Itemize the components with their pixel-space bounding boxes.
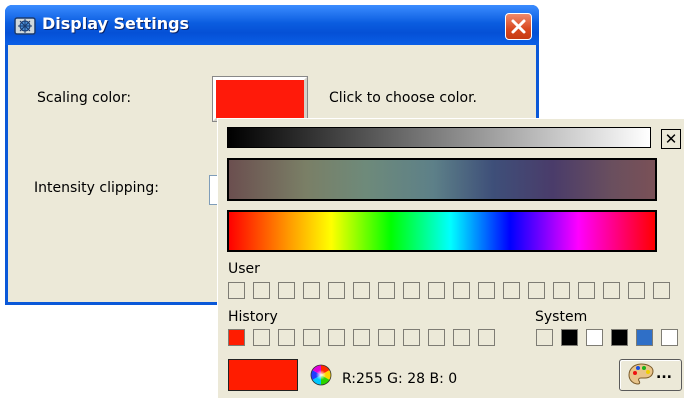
user-color-cell[interactable] [303,282,320,299]
color-wheel-icon[interactable] [310,364,332,386]
user-color-cell[interactable] [653,282,670,299]
user-color-cell[interactable] [328,282,345,299]
display-settings-app-icon [14,17,36,35]
history-color-cell[interactable] [228,329,245,346]
user-color-cell[interactable] [528,282,545,299]
history-color-cell[interactable] [303,329,320,346]
history-color-cell[interactable] [278,329,295,346]
history-colors-label: History [228,309,278,325]
user-color-cell[interactable] [353,282,370,299]
click-hint-text: Click to choose color. [329,90,478,106]
history-color-cell[interactable] [453,329,470,346]
color-picker-popup: ✕ User History System R:255 G: 28 B: 0 .… [217,118,684,398]
intensity-clipping-label: Intensity clipping: [34,180,160,196]
scaling-color-swatch[interactable] [212,76,308,122]
title-bar[interactable]: Display Settings [5,5,539,45]
system-colors-label: System [535,309,588,325]
system-color-cell[interactable] [661,329,678,346]
current-color-preview [228,359,298,391]
history-color-cell[interactable] [378,329,395,346]
history-color-cell[interactable] [478,329,495,346]
palette-more-text: ... [656,366,672,382]
history-color-cell[interactable] [403,329,420,346]
user-color-cell[interactable] [628,282,645,299]
palette-icon [628,363,654,385]
palette-button[interactable]: ... [619,359,682,391]
user-color-cell[interactable] [378,282,395,299]
user-color-cell[interactable] [403,282,420,299]
user-color-cell[interactable] [453,282,470,299]
user-color-cell[interactable] [578,282,595,299]
user-color-cell[interactable] [228,282,245,299]
grayscale-bar[interactable] [227,127,651,148]
user-color-cell[interactable] [553,282,570,299]
system-color-cell[interactable] [611,329,628,346]
picker-close-button[interactable]: ✕ [661,129,681,149]
window-title: Display Settings [42,14,190,33]
close-button[interactable] [505,13,532,40]
rgb-readout: R:255 G: 28 B: 0 [342,371,458,387]
user-color-cell[interactable] [503,282,520,299]
user-color-cell[interactable] [278,282,295,299]
history-color-cell[interactable] [428,329,445,346]
close-icon [511,19,526,34]
muted-color-bar[interactable] [227,158,657,201]
user-color-cell[interactable] [253,282,270,299]
user-color-cell[interactable] [603,282,620,299]
system-color-cell[interactable] [536,329,553,346]
user-colors-label: User [228,261,260,277]
scaling-color-label: Scaling color: [37,90,132,106]
system-color-cell[interactable] [561,329,578,346]
system-color-cell[interactable] [586,329,603,346]
history-color-cell[interactable] [253,329,270,346]
spectrum-bar[interactable] [227,210,657,252]
history-color-cell[interactable] [353,329,370,346]
history-color-cell[interactable] [328,329,345,346]
user-color-cell[interactable] [428,282,445,299]
user-color-cell[interactable] [478,282,495,299]
system-color-cell[interactable] [636,329,653,346]
